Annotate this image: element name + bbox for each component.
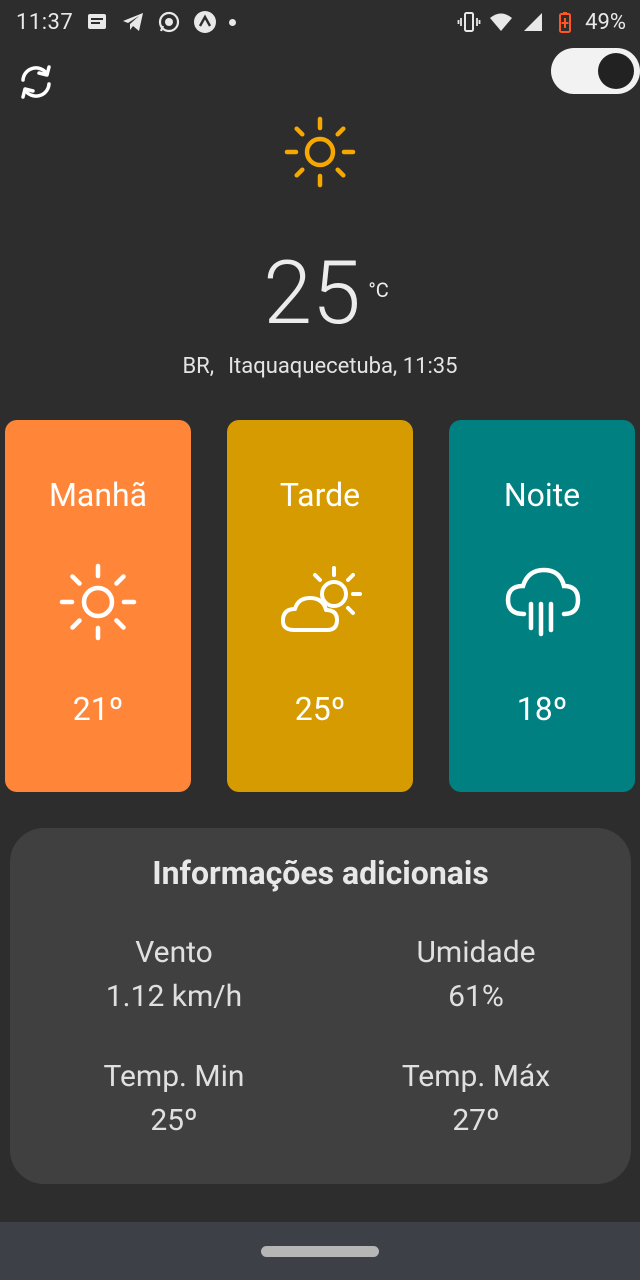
info-temp-min: Temp. Min 25º (24, 1058, 324, 1140)
navigation-bar (0, 1222, 640, 1280)
sun-icon (284, 116, 356, 188)
info-value: 1.12 km/h (105, 979, 243, 1014)
message-icon (88, 14, 107, 29)
sun-icon (59, 563, 137, 641)
period-card-noite[interactable]: Noite 18º (449, 420, 635, 792)
current-temperature: 25 °C (0, 248, 640, 340)
info-value: 27º (452, 1103, 500, 1138)
period-card-tarde[interactable]: Tarde 25º (227, 420, 413, 792)
location-line: BR, Itaquaquecetuba, 11:35 (0, 354, 640, 379)
additional-info-panel: Informações adicionais Vento 1.12 km/h U… (10, 828, 631, 1184)
status-time: 11:37 (16, 9, 74, 35)
dot-icon (229, 18, 237, 26)
period-label: Manhã (48, 476, 148, 514)
info-wind: Vento 1.12 km/h (24, 934, 324, 1016)
info-label: Temp. Min (103, 1059, 245, 1094)
rain-cloud-icon (505, 567, 581, 637)
period-label: Tarde (279, 476, 361, 514)
signal-icon (524, 13, 543, 31)
period-temp: 18º (516, 690, 568, 728)
temperature-value: 25 (263, 242, 361, 345)
battery-charging-icon (559, 12, 572, 33)
battery-percent: 49% (585, 9, 626, 35)
info-humidity: Umidade 61% (326, 934, 626, 1016)
theme-toggle[interactable] (551, 48, 640, 94)
info-label: Temp. Máx (401, 1059, 551, 1094)
refresh-button[interactable] (12, 58, 60, 106)
status-right: 49% (457, 10, 626, 35)
info-title: Informações adicionais (152, 854, 489, 892)
location-city-time: Itaquaquecetuba, 11:35 (228, 354, 458, 379)
telegram-icon (123, 13, 144, 31)
period-label: Noite (503, 476, 581, 514)
info-value: 61% (448, 979, 504, 1014)
vibrate-icon (457, 12, 481, 32)
toggle-knob (598, 53, 634, 89)
status-left: 11:37 (16, 9, 237, 35)
location-country: BR, (182, 354, 215, 379)
temperature-unit: °C (368, 278, 389, 302)
period-card-manha[interactable]: Manhã 21º (5, 420, 191, 792)
status-bar: 11:37 49% (0, 0, 640, 44)
arrow-app-icon (194, 11, 217, 33)
partly-cloudy-icon (280, 566, 362, 632)
info-value: 25º (150, 1103, 198, 1138)
whatsapp-icon (159, 11, 180, 33)
info-temp-max: Temp. Máx 27º (326, 1058, 626, 1140)
info-label: Umidade (416, 935, 536, 970)
wifi-icon (490, 13, 513, 31)
period-temp: 21º (72, 690, 124, 728)
info-label: Vento (135, 935, 213, 970)
refresh-icon (21, 65, 51, 99)
period-temp: 25º (294, 690, 346, 728)
home-gesture-handle[interactable] (261, 1246, 379, 1257)
